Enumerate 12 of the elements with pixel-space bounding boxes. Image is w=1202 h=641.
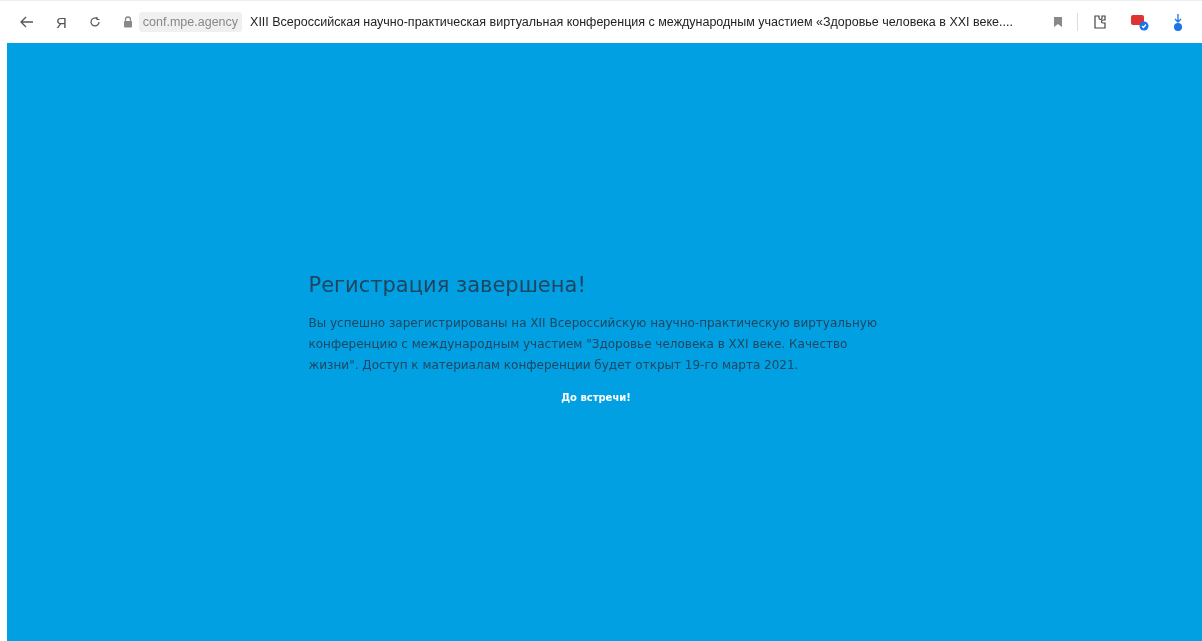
puzzle-icon[interactable]	[1091, 14, 1108, 30]
farewell-text: До встречи!	[561, 392, 631, 403]
bookmark-icon[interactable]	[1052, 16, 1063, 28]
browser-logo[interactable]: Я	[56, 13, 67, 31]
extension-icon[interactable]	[1129, 13, 1150, 31]
download-icon[interactable]	[1171, 13, 1184, 31]
reload-icon[interactable]	[88, 16, 101, 28]
page-heading: Регистрация завершена!	[308, 273, 587, 297]
back-icon[interactable]	[20, 16, 34, 28]
lock-icon	[122, 16, 133, 28]
page-title: XIII Всероссийская научно-практическая виртуальная конференция с международным участием «Здоровье человека в XXI веке....	[250, 15, 1013, 29]
confirmation-message: Вы успешно зарегистрированы на XII Всероссийскую научно-практическую виртуальную конференцию с международным участием "Здоровье человека в XXI веке. Качество жизни". Доступ к материалам конференции будет открыт 19-го марта 2021.	[308, 315, 879, 374]
